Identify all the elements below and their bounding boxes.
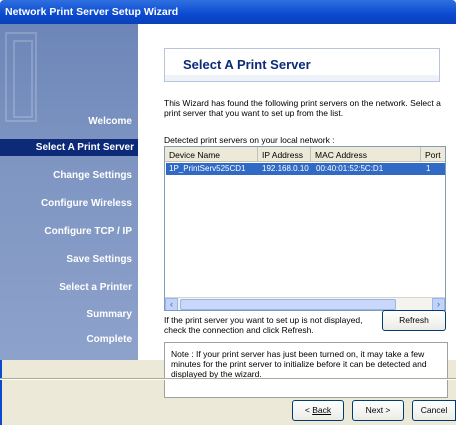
scroll-left-arrow-icon[interactable]: ‹: [165, 298, 178, 310]
scrollbar-thumb[interactable]: [180, 299, 396, 310]
column-device-name[interactable]: Device Name: [165, 147, 258, 162]
column-mac-address[interactable]: MAC Address: [311, 147, 421, 162]
detected-servers-label: Detected print servers on your local net…: [164, 135, 335, 145]
horizontal-scrollbar[interactable]: ‹ ›: [165, 297, 445, 310]
refresh-button[interactable]: Refresh: [382, 310, 446, 331]
window-title: Network Print Server Setup Wizard: [5, 6, 179, 18]
print-logo-watermark: [5, 32, 37, 122]
heading-banner: Select A Print Server: [164, 48, 440, 82]
step-configure-wireless: Configure Wireless: [40, 198, 132, 209]
list-header: Device Name IP Address MAC Address Port: [165, 147, 445, 162]
print-server-list[interactable]: Device Name IP Address MAC Address Port …: [164, 146, 446, 311]
wizard-content: Select A Print Server This Wizard has fo…: [138, 24, 456, 398]
step-summary: Summary: [86, 309, 132, 320]
cell-mac-address: 00:40:01:52:5C:D1: [316, 164, 384, 173]
back-button[interactable]: < Back: [292, 400, 344, 421]
step-change-settings: Change Settings: [53, 170, 132, 181]
step-save-settings: Save Settings: [66, 254, 132, 265]
cell-device-name: 1P_PrintServ525CD1: [169, 164, 246, 173]
cancel-button[interactable]: Cancel: [412, 400, 456, 421]
step-select-printer: Select a Printer: [59, 282, 132, 293]
wizard-steps-sidebar: Welcome Select A Print Server Change Set…: [0, 24, 138, 360]
back-label: Back: [312, 405, 332, 415]
note-box: Note : If your print server has just bee…: [164, 342, 448, 398]
cell-port: 1: [426, 164, 431, 173]
title-bar: Network Print Server Setup Wizard: [0, 0, 456, 24]
step-complete: Complete: [86, 334, 132, 345]
step-configure-tcpip: Configure TCP / IP: [44, 226, 132, 237]
cell-ip-address: 192.168.0.10: [262, 164, 309, 173]
next-button[interactable]: Next >: [352, 400, 404, 421]
table-row[interactable]: 1P_PrintServ525CD1 192.168.0.10 00:40:01…: [166, 163, 445, 175]
description-text: This Wizard has found the following prin…: [164, 98, 441, 118]
footer-divider: [0, 378, 456, 380]
page-title: Select A Print Server: [183, 57, 311, 72]
back-arrow-icon: <: [304, 405, 310, 415]
step-welcome: Welcome: [88, 116, 132, 127]
column-ip-address[interactable]: IP Address: [258, 147, 311, 162]
refresh-hint-text: If the print server you want to set up i…: [164, 315, 363, 335]
step-select-print-server: Select A Print Server: [0, 139, 138, 156]
column-port[interactable]: Port: [421, 147, 445, 162]
